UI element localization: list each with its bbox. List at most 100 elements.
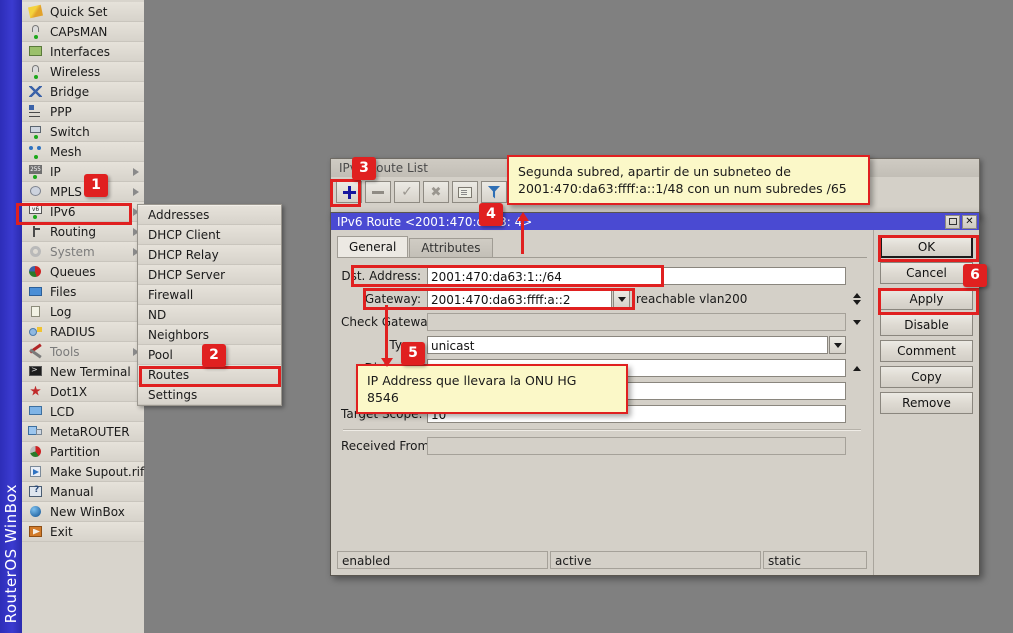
sidebar-item-switch[interactable]: Switch [22,122,144,142]
divider [343,429,861,431]
submenu-item-addresses[interactable]: Addresses [138,205,281,225]
badge-2: 2 [202,344,226,367]
close-button[interactable]: ✕ [962,215,977,229]
sidebar-item-queues[interactable]: Queues [22,262,144,282]
minus-icon [372,191,384,194]
sidebar-item-manual[interactable]: Manual [22,482,144,502]
disable-button[interactable]: Disable [880,314,973,336]
route-list-remove-button[interactable] [365,181,391,203]
sidebar-item-metarouter[interactable]: MetaROUTER [22,422,144,442]
sidebar-item-new-terminal[interactable]: New Terminal [22,362,144,382]
input-dst-address[interactable]: 2001:470:da63:1::/64 [427,267,846,285]
mpls-disc-icon [28,185,44,199]
sidebar-item-lcd[interactable]: LCD [22,402,144,422]
comment-button[interactable]: Comment [880,340,973,362]
sidebar-item-ppp[interactable]: PPP [22,102,144,122]
status-cell-0: enabled [337,551,548,569]
submenu-item-nd[interactable]: ND [138,305,281,325]
switch-icon [28,125,44,139]
submenu-item-routes[interactable]: Routes [138,365,281,385]
sidebar-item-capsman[interactable]: CAPsMAN [22,22,144,42]
sidebar-item-make-supout-rif[interactable]: Make Supout.rif [22,462,144,482]
input-received-from [427,437,846,455]
sidebar-item-label: Routing [50,225,96,239]
log-icon [28,305,44,319]
apply-button[interactable]: Apply [880,288,973,310]
label-received-from: Received From: [341,439,427,453]
badge-1: 1 [84,174,108,197]
spinner-gateway[interactable] [850,293,863,305]
dropdown-type[interactable] [829,336,846,354]
sidebar-item-system[interactable]: System [22,242,144,262]
sidebar-item-radius[interactable]: RADIUS [22,322,144,342]
check-icon: ✓ [401,185,413,199]
supout-icon [28,465,44,479]
brand-label: RouterOS WinBox [2,484,20,623]
sidebar-item-label: Dot1X [50,385,87,399]
badge-4: 4 [479,203,503,226]
route-list-disable-button[interactable]: ✖ [423,181,449,203]
caret-distance[interactable] [850,366,863,371]
sidebar-item-routing[interactable]: Routing [22,222,144,242]
sidebar-item-wireless[interactable]: Wireless [22,62,144,82]
sidebar-item-partition[interactable]: Partition [22,442,144,462]
sidebar-item-dot1x[interactable]: Dot1X [22,382,144,402]
submenu-item-dhcp-server[interactable]: DHCP Server [138,265,281,285]
dialog-titlebar[interactable]: IPv6 Route <2001:470:da63: 4> ✕ [331,213,979,230]
submenu-item-label: Routes [148,368,189,382]
sidebar-item-log[interactable]: Log [22,302,144,322]
chevron-right-icon [133,168,139,176]
winbox-sidebar: RouterOS WinBox Quick SetCAPsMANInterfac… [0,0,137,633]
sidebar-item-bridge[interactable]: Bridge [22,82,144,102]
sidebar-item-exit[interactable]: Exit [22,522,144,542]
callout-subnet-line1: Segunda subred, apartir de un subneteo d… [518,163,859,180]
sidebar-item-files[interactable]: Files [22,282,144,302]
dropdown-gateway[interactable] [613,290,630,308]
remove-button[interactable]: Remove [880,392,973,414]
submenu-item-settings[interactable]: Settings [138,385,281,405]
sidebar-item-tools[interactable]: Tools [22,342,144,362]
ppp-icon [28,105,44,119]
chevron-down-icon [853,300,861,305]
tab-attributes[interactable]: Attributes [409,238,492,257]
route-list-comment-button[interactable] [452,181,478,203]
submenu-item-firewall[interactable]: Firewall [138,285,281,305]
maximize-button[interactable] [945,215,960,229]
sidebar-item-mesh[interactable]: Mesh [22,142,144,162]
submenu-item-label: ND [148,308,166,322]
callout-onu: IP Address que llevara la ONU HG 8546 [356,364,628,414]
caret-check-gateway[interactable] [850,320,863,325]
input-type[interactable]: unicast [427,336,828,354]
chevron-down-icon [853,320,861,325]
chevron-down-icon [834,343,842,348]
new-winbox-icon [28,505,44,519]
route-list-enable-button[interactable]: ✓ [394,181,420,203]
label-gateway: Gateway: [341,292,427,306]
route-list-filter-button[interactable] [481,181,507,203]
ok-button[interactable]: OK [880,236,973,258]
callout-onu-line1: IP Address que llevara la ONU HG [367,372,617,389]
sidebar-item-interfaces[interactable]: Interfaces [22,42,144,62]
sidebar-item-ipv6[interactable]: v6IPv6 [22,202,144,222]
sidebar-item-new-winbox[interactable]: New WinBox [22,502,144,522]
route-list-add-button[interactable] [336,181,362,203]
submenu-item-label: Addresses [148,208,209,222]
cancel-button[interactable]: Cancel [880,262,973,284]
badge-6: 6 [963,264,987,287]
sidebar-item-quick-set[interactable]: Quick Set [22,2,144,22]
input-gateway[interactable]: 2001:470:da63:ffff:a::2 [427,290,612,308]
dialog-tabs: GeneralAttributes [331,236,873,257]
tab-general[interactable]: General [337,236,408,257]
field-row-check-gateway: Check Gateway: [341,312,863,332]
copy-button[interactable]: Copy [880,366,973,388]
suffix-gateway: reachable vlan200 [630,292,846,306]
sidebar-item-label: IPv6 [50,205,76,219]
sidebar-item-label: LCD [50,405,74,419]
sidebar-item-label: System [50,245,95,259]
winbox-brand-strip: RouterOS WinBox [0,0,22,633]
submenu-item-neighbors[interactable]: Neighbors [138,325,281,345]
wand-icon [28,5,44,19]
submenu-item-dhcp-relay[interactable]: DHCP Relay [138,245,281,265]
submenu-item-dhcp-client[interactable]: DHCP Client [138,225,281,245]
radius-key-icon [28,325,44,339]
